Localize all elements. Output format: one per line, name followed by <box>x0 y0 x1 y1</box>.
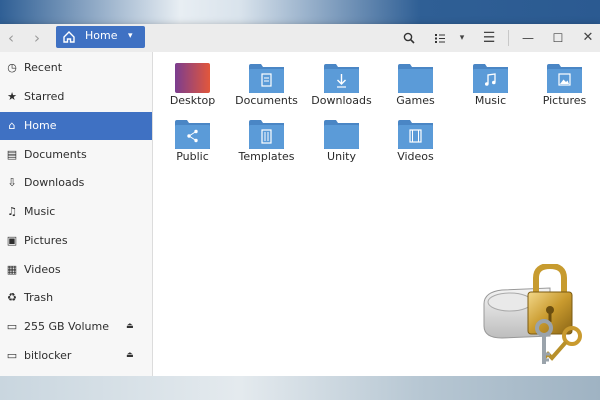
clock-icon: ◷ <box>7 61 17 74</box>
minimize-button[interactable]: — <box>518 28 538 48</box>
sidebar-item-starred[interactable]: ★ Starred <box>0 83 152 111</box>
file-item-downloads[interactable]: Downloads <box>304 57 379 113</box>
sidebar-item-label: Home <box>24 119 57 132</box>
file-item-games[interactable]: Games <box>378 57 453 113</box>
desktop-wallpaper-top <box>0 0 600 24</box>
sidebar: ◷ Recent ★ Starred ⌂ Home ▤ Documents ⇩ … <box>0 52 153 376</box>
file-label: Downloads <box>311 94 372 107</box>
music-folder-icon <box>473 64 508 93</box>
header-bar: ‹ › Home ▾ ▾ ☰ — ☐ ✕ <box>0 24 600 53</box>
folder-icon <box>324 120 359 149</box>
file-item-desktop[interactable]: Desktop <box>155 57 230 113</box>
home-icon <box>63 31 75 43</box>
file-label: Templates <box>238 150 295 163</box>
file-label: Pictures <box>542 94 587 107</box>
desktop-folder-icon <box>175 63 210 93</box>
file-label: Documents <box>235 94 298 107</box>
document-icon: ▤ <box>6 148 18 161</box>
file-item-pictures[interactable]: Pictures <box>527 57 600 113</box>
file-item-videos[interactable]: Videos <box>378 113 453 169</box>
sidebar-item-volume[interactable]: ▭ 255 GB Volume ⏏ <box>0 313 152 341</box>
forward-button[interactable]: › <box>26 28 48 48</box>
close-button[interactable]: ✕ <box>578 28 598 48</box>
file-item-templates[interactable]: Templates <box>229 113 304 169</box>
back-button[interactable]: ‹ <box>0 28 22 48</box>
videos-folder-icon <box>398 120 433 149</box>
sidebar-item-recent[interactable]: ◷ Recent <box>0 54 152 82</box>
sidebar-item-bitlocker[interactable]: ▭ bitlocker ⏏ <box>0 342 152 370</box>
file-item-documents[interactable]: Documents <box>229 57 304 113</box>
sidebar-item-music[interactable]: ♫ Music <box>0 198 152 226</box>
downloads-folder-icon <box>324 64 359 93</box>
bitlocker-drive-lock-icon <box>483 264 582 364</box>
sidebar-item-pictures[interactable]: ▣ Pictures <box>0 227 152 255</box>
trash-icon: ♻ <box>7 291 17 304</box>
sidebar-item-videos[interactable]: ▦ Videos <box>0 256 152 284</box>
templates-folder-icon <box>249 120 284 149</box>
home-icon: ⌂ <box>8 119 16 132</box>
documents-folder-icon <box>249 64 284 93</box>
eject-icon[interactable]: ⏏ <box>126 350 134 359</box>
folder-icon <box>398 64 433 93</box>
file-item-public[interactable]: Public <box>155 113 230 169</box>
search-button[interactable] <box>399 28 419 48</box>
search-icon <box>403 32 415 44</box>
sidebar-item-documents[interactable]: ▤ Documents <box>0 141 152 169</box>
desktop-wallpaper-bottom <box>0 376 600 400</box>
eject-icon[interactable]: ⏏ <box>126 321 134 330</box>
pictures-folder-icon <box>547 64 582 93</box>
chevron-down-icon[interactable]: ▾ <box>452 28 472 48</box>
sidebar-item-downloads[interactable]: ⇩ Downloads <box>0 169 152 197</box>
separator <box>508 30 509 46</box>
chevron-right-icon: › <box>34 29 40 47</box>
file-label: Games <box>396 94 435 107</box>
hamburger-menu-button[interactable]: ☰ <box>479 28 499 48</box>
drive-icon: ▭ <box>6 349 18 362</box>
sidebar-item-trash[interactable]: ♻ Trash <box>0 284 152 312</box>
sidebar-item-label: 255 GB Volume <box>24 320 109 333</box>
sidebar-item-label: Trash <box>24 291 54 304</box>
sidebar-item-label: Downloads <box>24 176 85 189</box>
star-icon: ★ <box>7 90 17 103</box>
file-label: Music <box>474 94 507 107</box>
chevron-down-icon: ▾ <box>128 31 133 41</box>
drive-icon: ▭ <box>6 320 18 333</box>
music-icon: ♫ <box>7 205 17 218</box>
sidebar-item-label: Documents <box>24 148 87 161</box>
maximize-button[interactable]: ☐ <box>548 28 568 48</box>
file-label: Public <box>176 150 209 163</box>
video-icon: ▦ <box>6 263 18 276</box>
picture-icon: ▣ <box>6 234 18 247</box>
sidebar-item-home[interactable]: ⌂ Home <box>0 112 152 140</box>
download-icon: ⇩ <box>7 176 17 189</box>
sidebar-item-label: bitlocker <box>24 349 72 362</box>
file-item-unity[interactable]: Unity <box>304 113 379 169</box>
sidebar-item-label: Pictures <box>24 234 68 247</box>
file-label: Desktop <box>169 94 216 107</box>
sidebar-item-label: Recent <box>24 61 63 74</box>
file-label: Unity <box>327 150 356 163</box>
chevron-left-icon: ‹ <box>8 29 14 47</box>
file-item-music[interactable]: Music <box>453 57 528 113</box>
sidebar-item-label: Videos <box>24 263 61 276</box>
view-options-button[interactable] <box>430 28 450 48</box>
public-folder-icon <box>175 120 210 149</box>
sidebar-item-label: Starred <box>24 90 65 103</box>
file-label: Videos <box>397 150 434 163</box>
path-home-button[interactable]: Home ▾ <box>56 26 145 48</box>
path-label: Home <box>85 29 118 42</box>
sidebar-item-label: Music <box>24 205 56 218</box>
list-view-icon <box>435 34 445 43</box>
